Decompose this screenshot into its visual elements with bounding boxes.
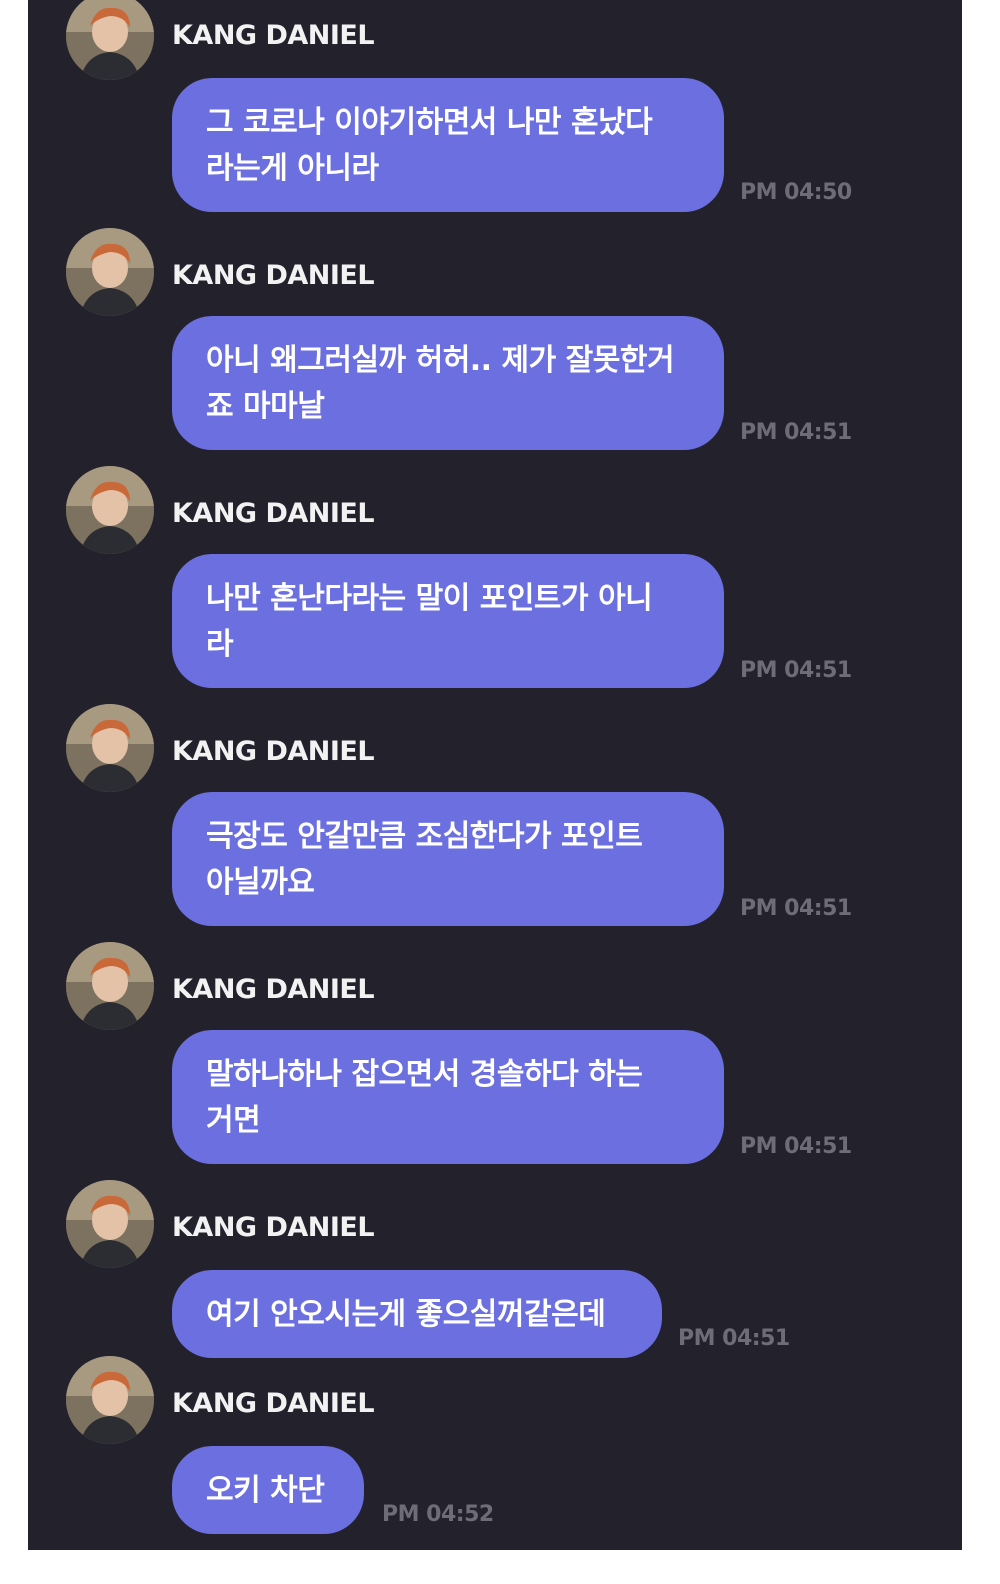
message-line: 나만 혼난다라는 말이 포인트가 아니 bbox=[206, 581, 653, 616]
avatar[interactable] bbox=[66, 704, 154, 792]
message-line: 거면 bbox=[206, 1103, 261, 1138]
message-bubble[interactable]: 나만 혼난다라는 말이 포인트가 아니 라 bbox=[172, 554, 724, 688]
avatar[interactable] bbox=[66, 1356, 154, 1444]
avatar-photo-icon bbox=[66, 704, 154, 792]
message-time: PM 04:51 bbox=[740, 420, 852, 445]
message-bubble[interactable]: 극장도 안갈만큼 조심한다가 포인트 아닐까요 bbox=[172, 792, 724, 926]
avatar[interactable] bbox=[66, 228, 154, 316]
avatar-photo-icon bbox=[66, 466, 154, 554]
message-line: 아닐까요 bbox=[206, 865, 315, 900]
avatar-photo-icon bbox=[66, 1180, 154, 1268]
message-time: PM 04:51 bbox=[678, 1326, 790, 1351]
avatar[interactable] bbox=[66, 466, 154, 554]
avatar-photo-icon bbox=[66, 228, 154, 316]
message-bubble[interactable]: 그 코로나 이야기하면서 나만 혼났다 라는게 아니라 bbox=[172, 78, 724, 212]
message-line: 극장도 안갈만큼 조심한다가 포인트 bbox=[206, 819, 643, 854]
message-line: 오키 차단 bbox=[206, 1473, 325, 1508]
message-line: 아니 왜그러실까 허허.. 제가 잘못한거 bbox=[206, 343, 675, 378]
sender-name: KANG DANIEL bbox=[172, 1388, 375, 1419]
message-line: 그 코로나 이야기하면서 나만 혼났다 bbox=[206, 105, 653, 140]
avatar[interactable] bbox=[66, 942, 154, 1030]
sender-name: KANG DANIEL bbox=[172, 260, 375, 291]
avatar-photo-icon bbox=[66, 942, 154, 1030]
chat-screen: KANG DANIEL 그 코로나 이야기하면서 나만 혼났다 라는게 아니라 … bbox=[28, 0, 962, 1550]
message-bubble[interactable]: 오키 차단 bbox=[172, 1446, 364, 1534]
sender-name: KANG DANIEL bbox=[172, 498, 375, 529]
avatar-photo-icon bbox=[66, 0, 154, 80]
sender-name: KANG DANIEL bbox=[172, 974, 375, 1005]
message-line: 말하나하나 잡으면서 경솔하다 하는 bbox=[206, 1057, 643, 1092]
message-line: 여기 안오시는게 좋으실꺼같은데 bbox=[206, 1297, 606, 1332]
message-line: 라 bbox=[206, 627, 234, 662]
avatar-photo-icon bbox=[66, 1356, 154, 1444]
message-time: PM 04:51 bbox=[740, 896, 852, 921]
message-bubble[interactable]: 여기 안오시는게 좋으실꺼같은데 bbox=[172, 1270, 662, 1358]
message-time: PM 04:52 bbox=[382, 1502, 494, 1527]
message-line: 죠 마마날 bbox=[206, 389, 325, 424]
avatar[interactable] bbox=[66, 1180, 154, 1268]
sender-name: KANG DANIEL bbox=[172, 736, 375, 767]
message-time: PM 04:51 bbox=[740, 658, 852, 683]
message-bubble[interactable]: 말하나하나 잡으면서 경솔하다 하는 거면 bbox=[172, 1030, 724, 1164]
avatar[interactable] bbox=[66, 0, 154, 80]
message-bubble[interactable]: 아니 왜그러실까 허허.. 제가 잘못한거 죠 마마날 bbox=[172, 316, 724, 450]
sender-name: KANG DANIEL bbox=[172, 20, 375, 51]
message-line: 라는게 아니라 bbox=[206, 151, 379, 186]
sender-name: KANG DANIEL bbox=[172, 1212, 375, 1243]
message-time: PM 04:51 bbox=[740, 1134, 852, 1159]
message-time: PM 04:50 bbox=[740, 180, 852, 205]
